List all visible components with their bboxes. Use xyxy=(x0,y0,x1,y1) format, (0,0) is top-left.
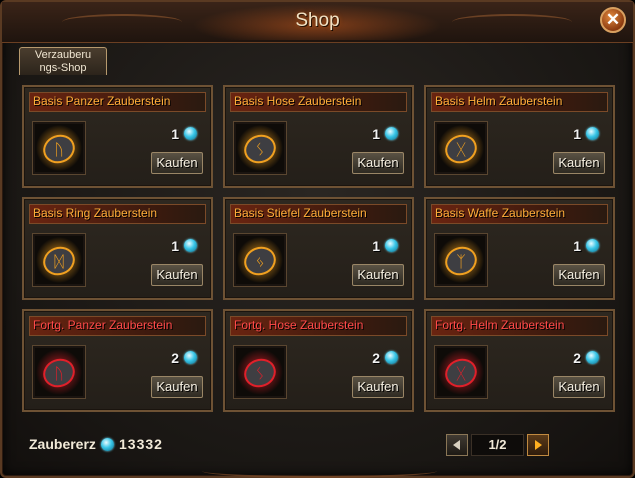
gem-icon xyxy=(385,239,398,252)
shop-item-card: Fortg. Hose Zauberstein ᛊ 2 Kaufen xyxy=(223,309,414,412)
close-icon: ✕ xyxy=(605,10,621,29)
item-price: 2 xyxy=(573,350,581,366)
buy-button[interactable]: Kaufen xyxy=(553,376,605,398)
shop-window: Shop ✕ Verzauberungs-Shop Basis Panzer Z… xyxy=(0,0,635,478)
buy-button[interactable]: Kaufen xyxy=(553,152,605,174)
rune-stone-icon: ᛞ xyxy=(36,237,82,283)
arrow-right-icon xyxy=(535,440,542,450)
window-title: Shop xyxy=(295,10,340,31)
prev-page-button[interactable] xyxy=(446,434,468,456)
buy-button[interactable]: Kaufen xyxy=(151,152,203,174)
item-price: 1 xyxy=(573,238,581,254)
buy-button[interactable]: Kaufen xyxy=(151,376,203,398)
item-price: 1 xyxy=(171,126,179,142)
item-name: Fortg. Hose Zauberstein xyxy=(234,318,364,332)
gem-icon xyxy=(385,127,398,140)
svg-text:ᛊ: ᛊ xyxy=(255,140,265,159)
item-name: Basis Waffe Zauberstein xyxy=(435,206,566,220)
currency-label: Zaubererz xyxy=(29,436,96,452)
rune-stone-icon: ᚢ xyxy=(36,125,82,171)
rune-stone-icon: ᚢ xyxy=(36,349,82,395)
shop-item-card: Basis Stiefel Zauberstein ᛃ 1 Kaufen xyxy=(223,197,414,300)
item-name: Basis Hose Zauberstein xyxy=(234,94,362,108)
shop-item-card: Basis Ring Zauberstein ᛞ 1 Kaufen xyxy=(22,197,213,300)
page-indicator: 1/2 xyxy=(471,434,524,456)
gem-icon xyxy=(184,239,197,252)
item-name: Fortg. Helm Zauberstein xyxy=(435,318,565,332)
svg-text:ᚢ: ᚢ xyxy=(54,364,64,383)
shop-item-card: Fortg. Helm Zauberstein ᚷ 2 Kaufen xyxy=(424,309,615,412)
tab-enchanting-shop[interactable]: Verzauberungs-Shop xyxy=(19,47,107,75)
item-price: 1 xyxy=(573,126,581,142)
item-icon-slot[interactable]: ᛊ xyxy=(234,122,286,174)
item-icon-slot[interactable]: ᚷ xyxy=(435,346,487,398)
svg-text:ᛊ: ᛊ xyxy=(255,364,265,383)
item-icon-slot[interactable]: ᛊ xyxy=(234,346,286,398)
item-icon-slot[interactable]: ᛞ xyxy=(33,234,85,286)
rune-stone-icon: ᚷ xyxy=(438,349,484,395)
shop-item-card: Fortg. Panzer Zauberstein ᚢ 2 Kaufen xyxy=(22,309,213,412)
rune-stone-icon: ᛉ xyxy=(438,237,484,283)
gem-icon xyxy=(586,351,599,364)
bottom-ornament xyxy=(202,464,437,478)
title-bar: Shop xyxy=(2,2,633,43)
arrow-left-icon xyxy=(453,440,460,450)
item-name: Basis Panzer Zauberstein xyxy=(33,94,171,108)
rune-stone-icon: ᛊ xyxy=(237,125,283,171)
svg-text:ᛃ: ᛃ xyxy=(255,252,265,271)
item-name: Basis Ring Zauberstein xyxy=(33,206,158,220)
next-page-button[interactable] xyxy=(527,434,549,456)
gem-icon xyxy=(101,438,114,451)
item-name: Fortg. Panzer Zauberstein xyxy=(33,318,173,332)
shop-item-card: Basis Waffe Zauberstein ᛉ 1 Kaufen xyxy=(424,197,615,300)
item-icon-slot[interactable]: ᛉ xyxy=(435,234,487,286)
svg-text:ᚷ: ᚷ xyxy=(456,364,466,383)
items-grid: Basis Panzer Zauberstein ᚢ 1 Kaufen Basis Ho… xyxy=(16,75,621,420)
item-price: 1 xyxy=(372,238,380,254)
gem-icon xyxy=(586,239,599,252)
close-button[interactable]: ✕ xyxy=(600,7,626,33)
shop-item-card: Basis Panzer Zauberstein ᚢ 1 Kaufen xyxy=(22,85,213,188)
gem-icon xyxy=(184,351,197,364)
item-icon-slot[interactable]: ᚢ xyxy=(33,122,85,174)
svg-text:ᚢ: ᚢ xyxy=(54,140,64,159)
item-name: Basis Stiefel Zauberstein xyxy=(234,206,367,220)
rune-stone-icon: ᛃ xyxy=(237,237,283,283)
rune-stone-icon: ᛊ xyxy=(237,349,283,395)
item-icon-slot[interactable]: ᚢ xyxy=(33,346,85,398)
item-price: 2 xyxy=(372,350,380,366)
buy-button[interactable]: Kaufen xyxy=(151,264,203,286)
shop-item-card: Basis Helm Zauberstein ᚷ 1 Kaufen xyxy=(424,85,615,188)
gem-icon xyxy=(586,127,599,140)
item-price: 1 xyxy=(372,126,380,142)
item-price: 2 xyxy=(171,350,179,366)
buy-button[interactable]: Kaufen xyxy=(553,264,605,286)
item-icon-slot[interactable]: ᚷ xyxy=(435,122,487,174)
tab-label: Verzauberungs-Shop xyxy=(34,49,92,74)
svg-text:ᛞ: ᛞ xyxy=(54,252,64,271)
item-name: Basis Helm Zauberstein xyxy=(435,94,563,108)
gem-icon xyxy=(385,351,398,364)
item-price: 1 xyxy=(171,238,179,254)
buy-button[interactable]: Kaufen xyxy=(352,152,404,174)
buy-button[interactable]: Kaufen xyxy=(352,376,404,398)
svg-text:ᚷ: ᚷ xyxy=(456,140,466,159)
buy-button[interactable]: Kaufen xyxy=(352,264,404,286)
rune-stone-icon: ᚷ xyxy=(438,125,484,171)
gem-icon xyxy=(184,127,197,140)
item-icon-slot[interactable]: ᛃ xyxy=(234,234,286,286)
svg-text:ᛉ: ᛉ xyxy=(456,252,466,271)
shop-item-card: Basis Hose Zauberstein ᛊ 1 Kaufen xyxy=(223,85,414,188)
currency-value: 13332 xyxy=(119,436,163,452)
